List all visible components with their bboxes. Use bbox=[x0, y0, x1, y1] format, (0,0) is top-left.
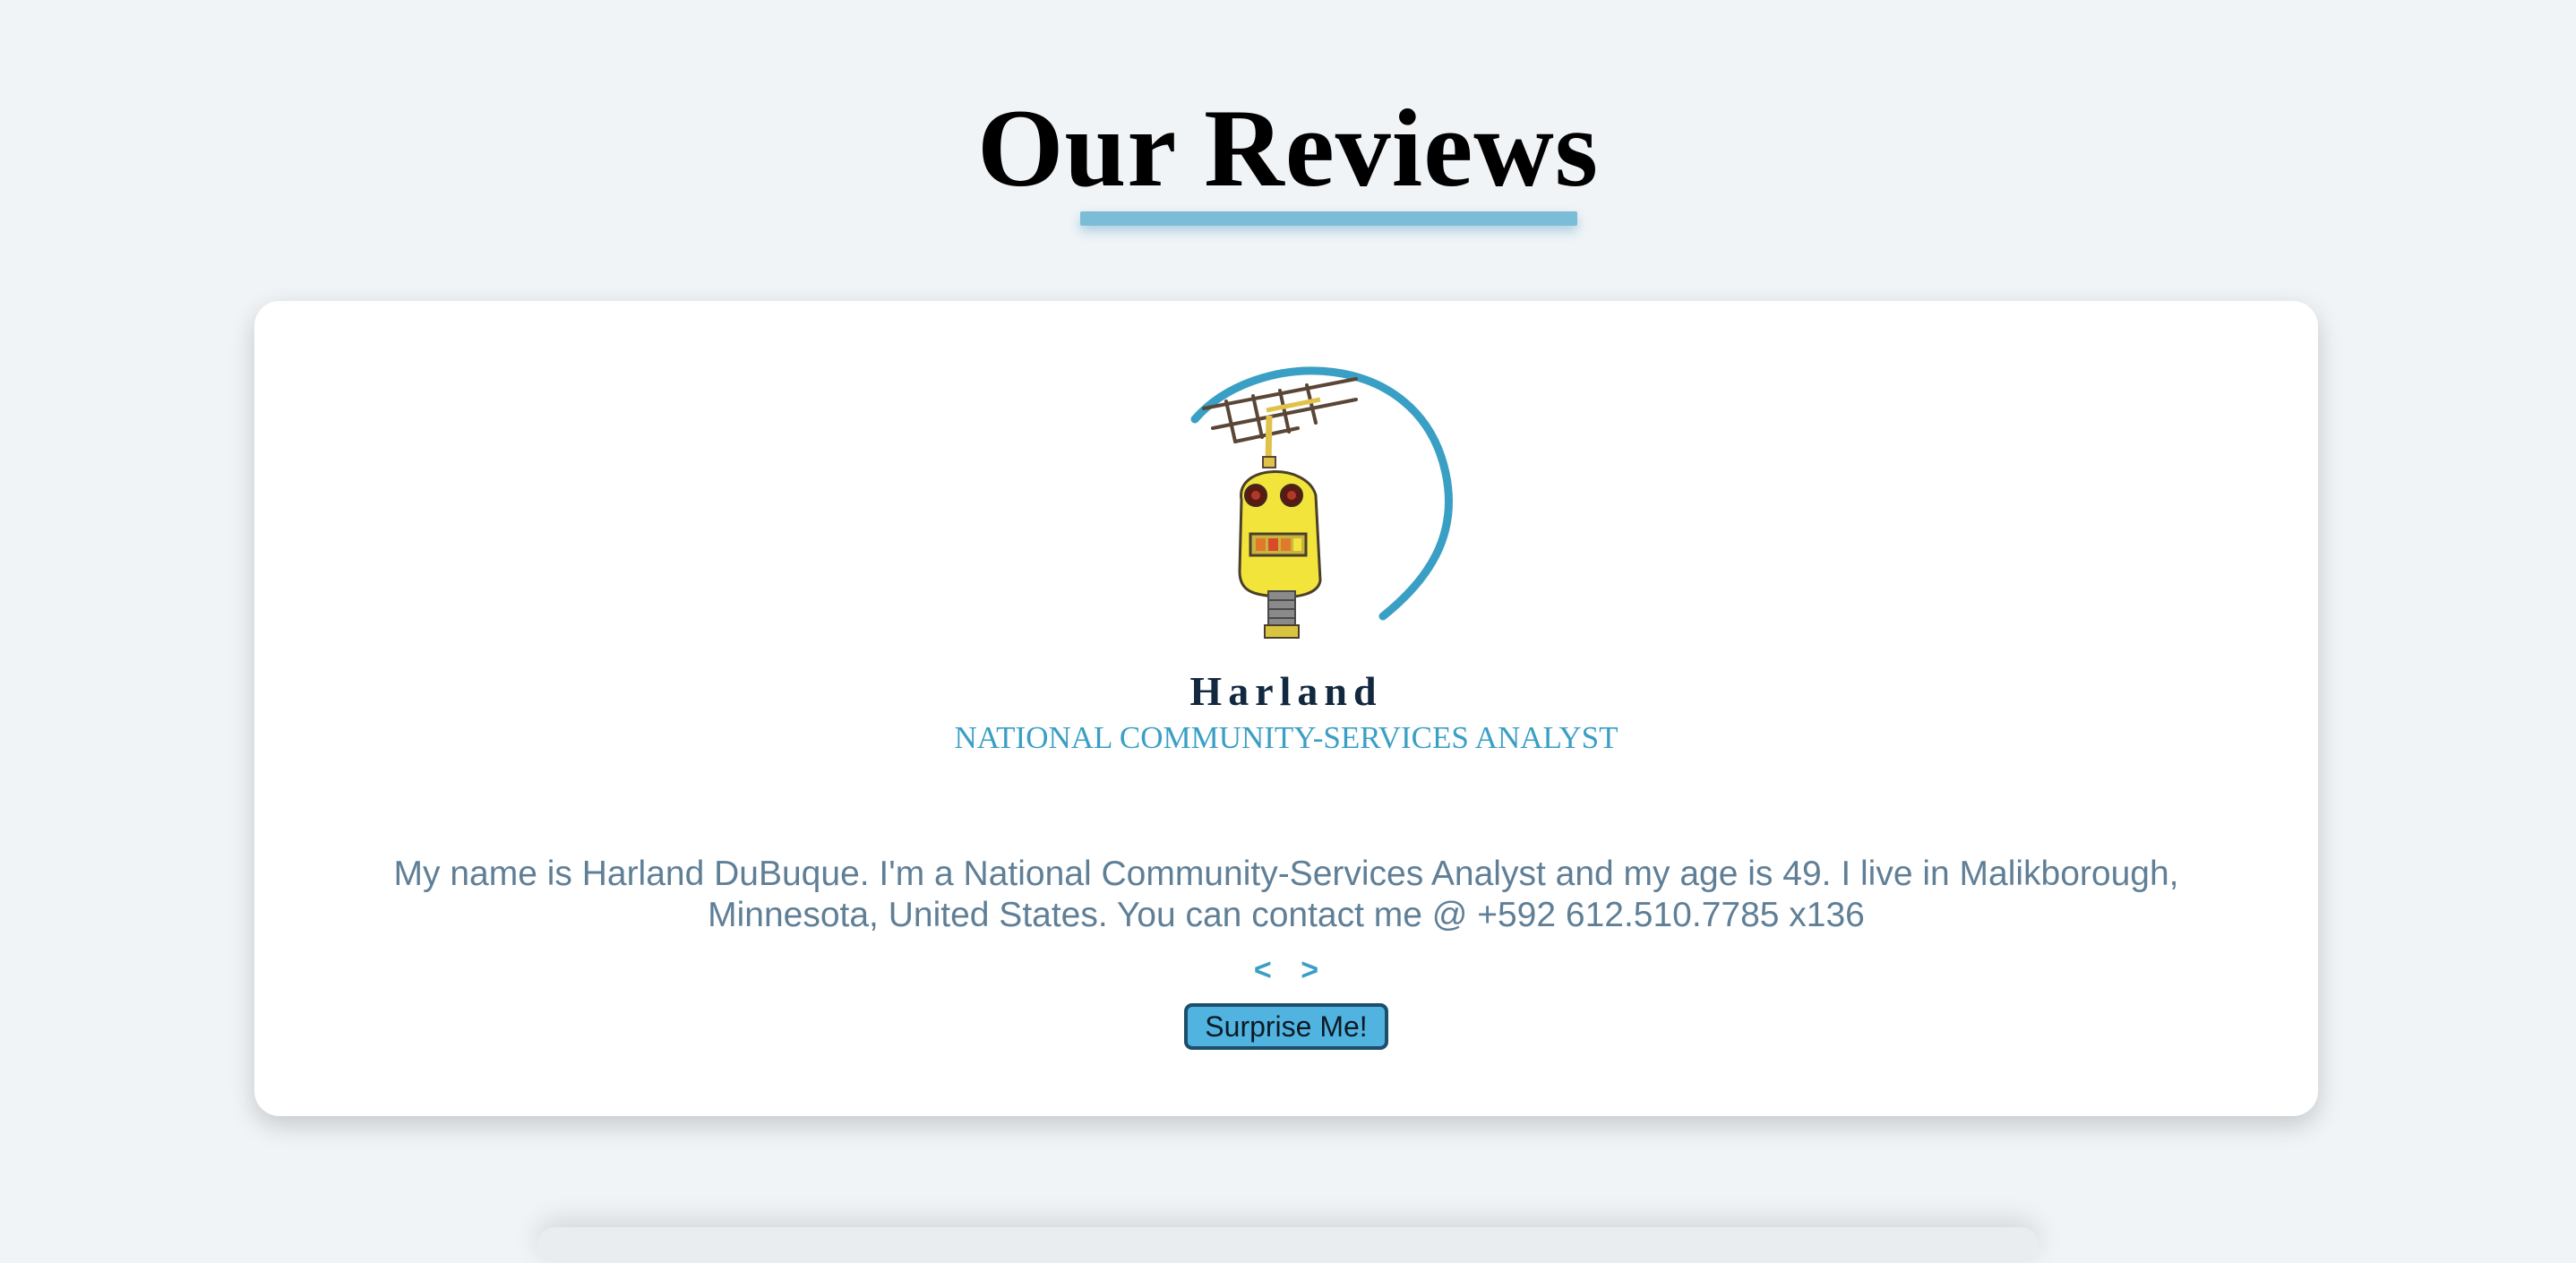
page-title: Our Reviews bbox=[976, 87, 1600, 210]
surprise-me-button[interactable]: Surprise Me! bbox=[1184, 1003, 1388, 1050]
robot-avatar-icon bbox=[1190, 366, 1453, 639]
title-wrapper: Our Reviews bbox=[0, 85, 2576, 212]
reviewer-job-title: NATIONAL COMMUNITY-SERVICES ANALYST bbox=[954, 720, 1619, 755]
next-section-edge bbox=[537, 1227, 2039, 1263]
review-text: My name is Harland DuBuque. I'm a Nation… bbox=[393, 855, 2179, 934]
surprise-wrapper: Surprise Me! bbox=[254, 1003, 2318, 1050]
review-card: Harland NATIONAL COMMUNITY-SERVICES ANAL… bbox=[254, 301, 2318, 1116]
review-navigation: < > bbox=[254, 952, 2318, 988]
avatar bbox=[1186, 357, 1473, 643]
reviewer-name: Harland bbox=[1189, 668, 1383, 714]
antenna-icon bbox=[1202, 377, 1358, 443]
next-review-button[interactable]: > bbox=[1288, 952, 1331, 988]
previous-review-button[interactable]: < bbox=[1241, 952, 1284, 988]
robot-neck bbox=[1267, 590, 1296, 628]
title-underline bbox=[1080, 211, 1577, 226]
